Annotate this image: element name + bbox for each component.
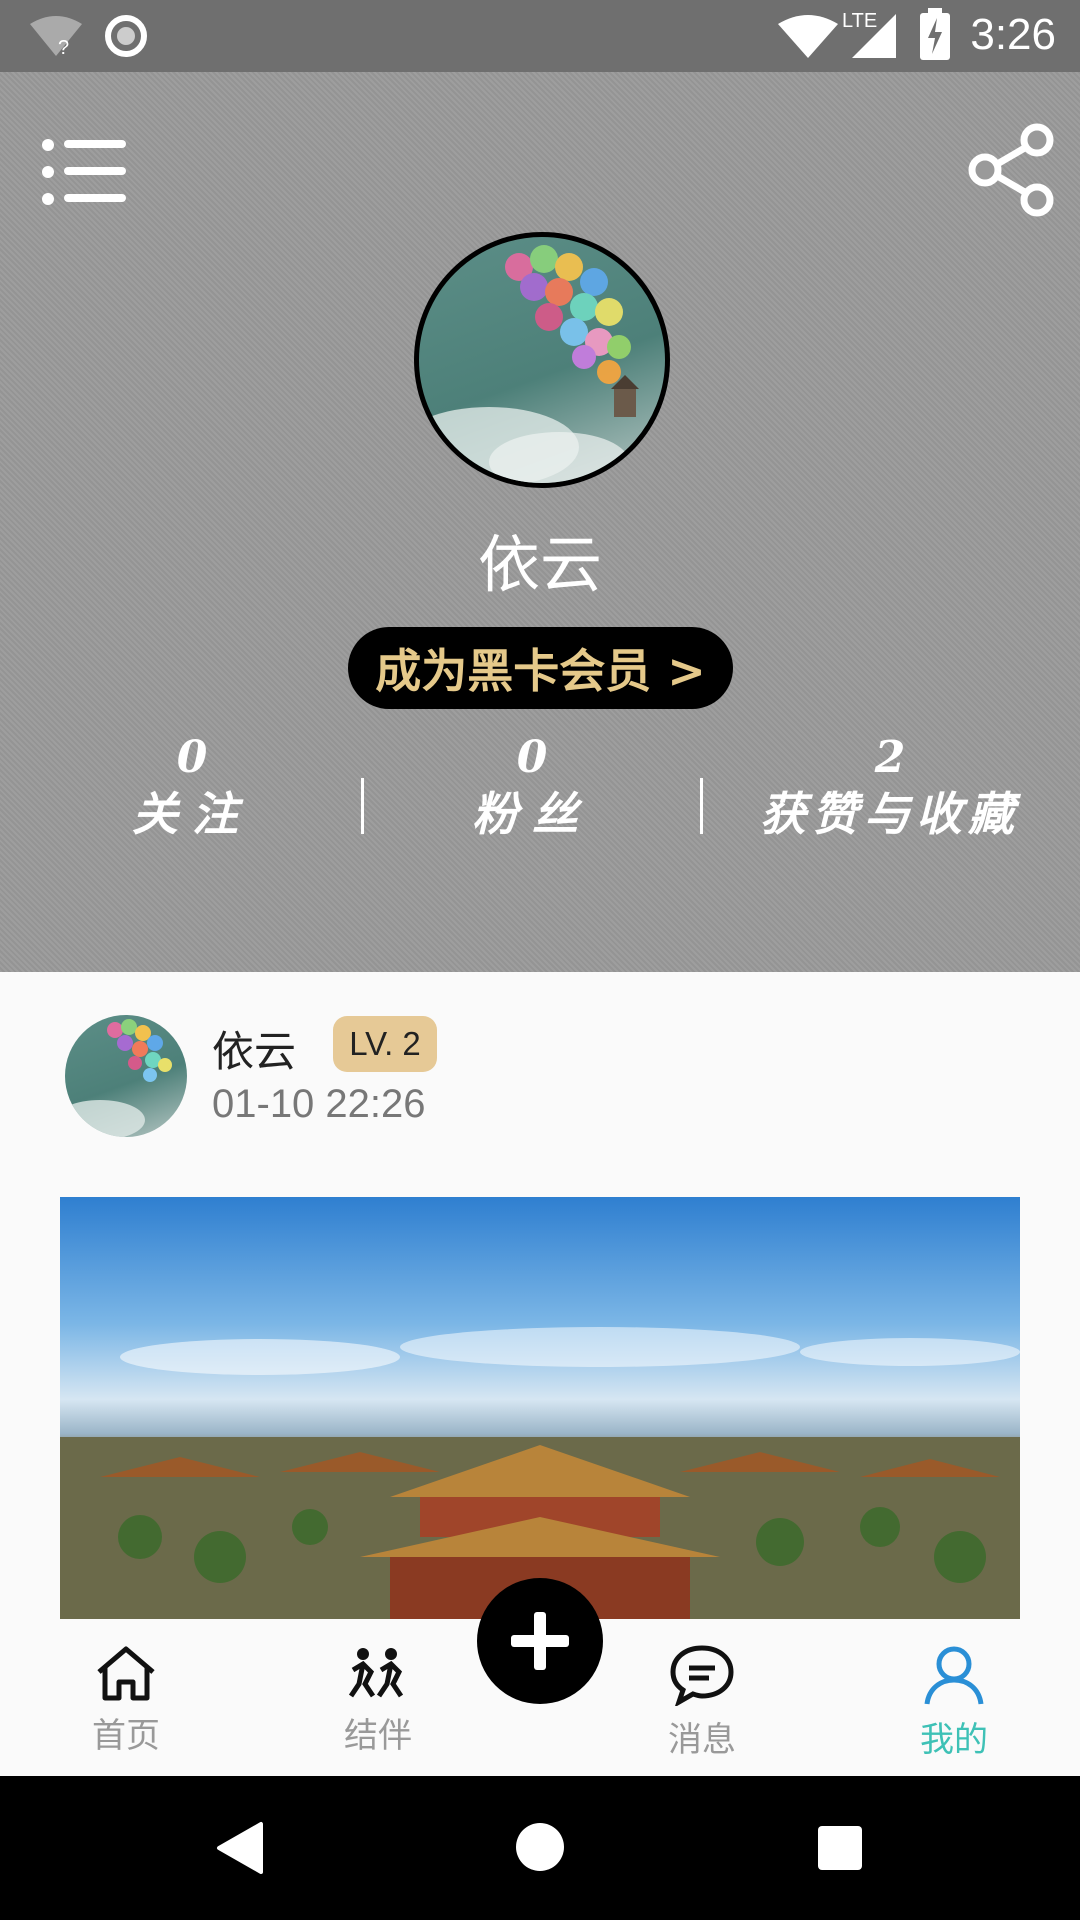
stat-likes-favorites[interactable]: 2 获赞与收藏 xyxy=(740,732,1040,844)
post-author-name[interactable]: 依云 xyxy=(212,1018,296,1079)
system-navigation-bar xyxy=(0,1776,1080,1920)
stat-followers-label: 粉丝 xyxy=(472,787,592,841)
stat-following-label: 关注 xyxy=(132,787,252,841)
stat-followers-count: 0 xyxy=(516,732,548,783)
stat-likes-label: 获赞与收藏 xyxy=(760,787,1020,841)
back-icon[interactable] xyxy=(215,1820,265,1876)
stat-followers[interactable]: 0 粉丝 xyxy=(432,732,632,844)
wifi-unknown-icon: ? xyxy=(30,16,82,58)
clock: 3:26 xyxy=(970,10,1056,59)
list-menu-icon[interactable] xyxy=(42,137,127,207)
stat-likes-count: 2 xyxy=(874,732,906,783)
recents-icon[interactable] xyxy=(817,1825,863,1871)
profile-icon xyxy=(924,1646,984,1705)
post-author-avatar[interactable] xyxy=(65,1015,187,1137)
tab-home[interactable]: 首页 xyxy=(56,1644,196,1757)
tab-profile-label: 我的 xyxy=(920,1720,988,1760)
tab-companions-label: 结伴 xyxy=(344,1716,412,1756)
battery-charging-icon xyxy=(920,8,950,60)
stat-divider xyxy=(361,778,364,834)
profile-header: 依云 成为黑卡会员 > 0 关注 0 粉丝 2 获赞与收藏 xyxy=(0,72,1080,972)
tab-messages[interactable]: 消息 xyxy=(632,1644,772,1761)
vip-membership-button[interactable]: 成为黑卡会员 > xyxy=(348,627,733,709)
plus-icon xyxy=(511,1612,569,1670)
profile-avatar[interactable] xyxy=(414,232,670,488)
tab-profile[interactable]: 我的 xyxy=(884,1644,1024,1761)
post-timestamp: 01-10 22:26 xyxy=(212,1082,426,1126)
level-badge: LV. 2 xyxy=(333,1016,437,1072)
companions-icon xyxy=(348,1648,404,1698)
stat-following[interactable]: 0 关注 xyxy=(92,732,292,844)
circle-indicator-icon xyxy=(105,15,147,57)
profile-username: 依云 xyxy=(477,528,602,601)
share-icon[interactable] xyxy=(965,122,1060,217)
wifi-icon xyxy=(778,15,838,58)
tab-companions[interactable]: 结伴 xyxy=(308,1644,448,1757)
svg-text:?: ? xyxy=(58,37,69,58)
stat-divider xyxy=(700,778,703,834)
signal-icon xyxy=(852,14,896,58)
tab-home-label: 首页 xyxy=(92,1716,160,1756)
post-image[interactable] xyxy=(60,1197,1020,1619)
tab-messages-label: 消息 xyxy=(668,1720,736,1760)
home-button-icon[interactable] xyxy=(515,1822,565,1872)
home-icon xyxy=(97,1646,155,1701)
message-icon xyxy=(670,1645,734,1708)
stat-following-count: 0 xyxy=(176,732,208,783)
create-post-button[interactable] xyxy=(477,1578,603,1704)
status-bar: ? LTE 3:26 xyxy=(0,0,1080,72)
